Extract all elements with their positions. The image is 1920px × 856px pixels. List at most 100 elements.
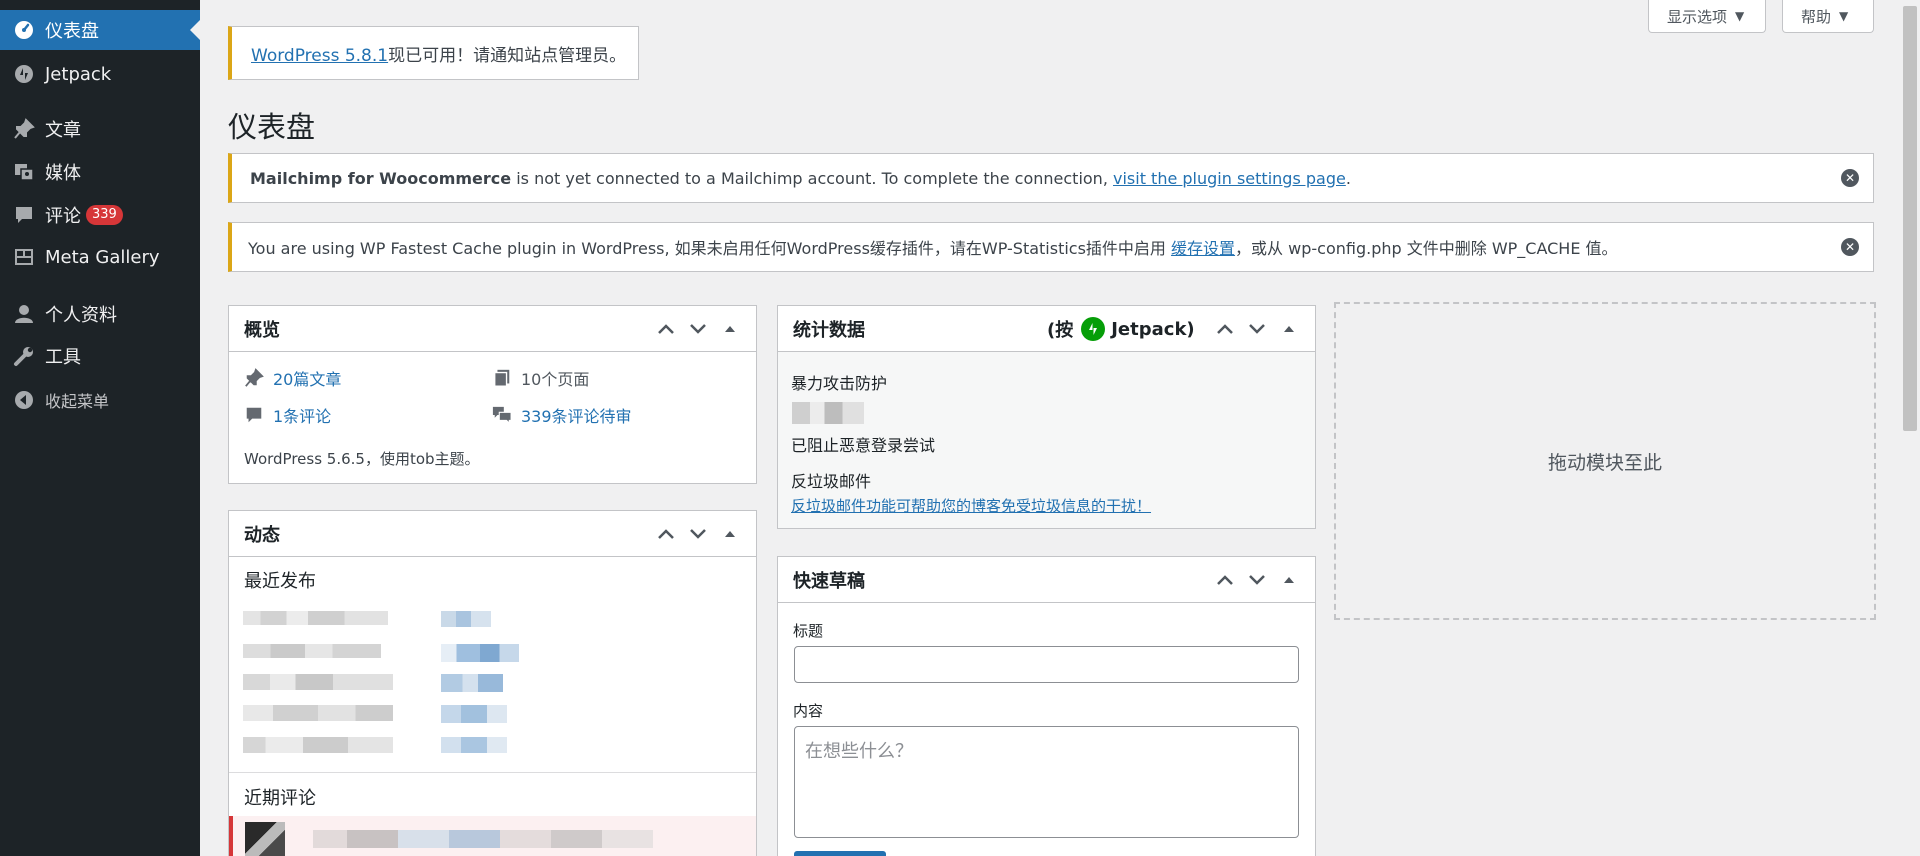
move-up-icon[interactable]: [1209, 313, 1241, 345]
recent-published-heading: 最近发布: [244, 571, 316, 592]
pin-icon: [12, 117, 36, 141]
mailchimp-notice-plugin-name: Mailchimp for Woocommerce: [250, 168, 512, 188]
anti-spam-heading: 反垃圾邮件: [791, 472, 872, 491]
comment-count-badge: 339: [86, 205, 123, 225]
update-notice: WordPress 5.8.1现已可用！请通知站点管理员。: [228, 26, 639, 80]
admin-sidebar: 仪表盘 Jetpack 文章 媒体 评论 339 Meta Gallery 个人…: [0, 0, 200, 856]
pages-count-label: 10个页面: [521, 370, 590, 389]
collapse-icon: [12, 388, 36, 412]
comment-icon: [12, 203, 36, 227]
sidebar-item-label: 评论: [45, 206, 81, 227]
move-up-icon[interactable]: [650, 518, 682, 550]
cache-notice-text: You are using WP Fastest Cache plugin in…: [248, 239, 1172, 258]
blurred-post-link[interactable]: [441, 674, 503, 692]
pending-comments-label: 339条评论待审: [521, 407, 632, 426]
screen-options-label: 显示选项: [1667, 7, 1728, 26]
mailchimp-notice-end: .: [1345, 168, 1351, 188]
page-scrollbar-track[interactable]: [1900, 0, 1920, 856]
draft-content-textarea[interactable]: [794, 726, 1299, 838]
save-draft-button[interactable]: [794, 851, 886, 856]
widget-title: 快速草稿: [793, 570, 865, 592]
pending-comments-link[interactable]: 339条评论待审: [491, 403, 632, 427]
sidebar-item-profile[interactable]: 个人资料: [0, 294, 200, 334]
blurred-post-link[interactable]: [441, 737, 507, 753]
blurred-comment-text: [313, 830, 653, 848]
widget-controls: [1209, 557, 1305, 603]
dismiss-icon[interactable]: ✕: [1841, 169, 1859, 187]
blurred-post-date: [243, 737, 393, 753]
sidebar-item-jetpack[interactable]: Jetpack: [0, 54, 200, 94]
quick-draft-widget: 快速草稿 标题 内容: [777, 556, 1316, 856]
pages-count[interactable]: 10个页面: [491, 366, 589, 390]
blurred-post-link[interactable]: [441, 611, 491, 627]
page-scrollbar-thumb[interactable]: [1903, 6, 1917, 431]
comment-icon: [243, 404, 265, 426]
dismiss-icon[interactable]: ✕: [1841, 238, 1859, 256]
page-title: 仪表盘: [228, 110, 316, 144]
sidebar-item-media[interactable]: 媒体: [0, 152, 200, 192]
gallery-icon: [12, 245, 36, 269]
draft-title-label: 标题: [793, 622, 824, 640]
sidebar-item-tools[interactable]: 工具: [0, 336, 200, 376]
brute-force-heading: 暴力攻击防护: [791, 374, 888, 393]
move-down-icon[interactable]: [1241, 564, 1273, 596]
draft-title-input[interactable]: [794, 646, 1299, 683]
dashboard-icon: [12, 18, 36, 42]
anti-spam-link[interactable]: 反垃圾邮件功能可帮助您的博客免受垃圾信息的干扰！: [791, 495, 1151, 516]
sidebar-item-label: 文章: [45, 120, 81, 141]
blurred-post-date: [243, 674, 393, 690]
blurred-post-link[interactable]: [441, 705, 507, 723]
widget-drop-zone: 拖动模块至此: [1334, 302, 1876, 620]
cache-notice-end: ，或从 wp-config.php 文件中删除 WP_CACHE 值。: [1235, 239, 1618, 258]
activity-widget: 动态 最近发布 近期评论: [228, 510, 757, 856]
user-icon: [12, 302, 36, 326]
triangle-down-icon: ▼: [1735, 9, 1745, 23]
comments-count-label: 1条评论: [273, 407, 332, 426]
toggle-panel-icon[interactable]: [714, 518, 746, 550]
divider: [229, 772, 756, 773]
move-down-icon[interactable]: [682, 518, 714, 550]
sidebar-item-label: 个人资料: [45, 305, 117, 326]
widget-controls: [650, 511, 746, 557]
wrench-icon: [12, 344, 36, 368]
wordpress-version-text: WordPress 5.6.5，使用tob主题。: [244, 450, 480, 468]
screen-options-button[interactable]: 显示选项 ▼: [1648, 0, 1766, 33]
update-notice-text: 现已可用！请通知站点管理员。: [388, 45, 627, 66]
comments-count-link[interactable]: 1条评论: [243, 403, 331, 427]
widget-header: 动态: [229, 511, 756, 557]
toggle-panel-icon[interactable]: [1273, 564, 1305, 596]
sidebar-item-meta-gallery[interactable]: Meta Gallery: [0, 237, 200, 277]
sidebar-item-posts[interactable]: 文章: [0, 109, 200, 149]
blocked-attempts-label: 已阻止恶意登录尝试: [791, 436, 936, 455]
draft-content-label: 内容: [793, 702, 824, 720]
posts-count-link[interactable]: 20篇文章: [243, 366, 341, 390]
toggle-panel-icon[interactable]: [1273, 313, 1305, 345]
widget-controls: [1209, 306, 1305, 352]
blurred-post-link[interactable]: [441, 644, 519, 662]
sidebar-item-label: Meta Gallery: [45, 246, 160, 268]
widget-title: 概览: [244, 319, 280, 341]
collapse-menu-button[interactable]: 收起菜单: [0, 380, 200, 420]
move-up-icon[interactable]: [650, 313, 682, 345]
stats-widget: 统计数据 (按 Jetpack ) 暴力攻击防护 已阻止恶意登录尝试 反垃圾邮件…: [777, 305, 1316, 529]
help-button[interactable]: 帮助 ▼: [1782, 0, 1874, 33]
sidebar-item-comments[interactable]: 评论 339: [0, 195, 200, 235]
move-up-icon[interactable]: [1209, 564, 1241, 596]
move-down-icon[interactable]: [682, 313, 714, 345]
sidebar-item-label: 收起菜单: [45, 392, 110, 411]
sidebar-item-dashboard[interactable]: 仪表盘: [0, 10, 200, 50]
wordpress-update-link[interactable]: WordPress 5.8.1: [251, 46, 388, 66]
attribution-prefix: (按: [1047, 320, 1074, 341]
at-a-glance-widget: 概览 20篇文章 10个页面 1条评论 339条评论待审 WordPress 5…: [228, 305, 757, 484]
cache-settings-link[interactable]: 缓存设置: [1171, 239, 1235, 258]
pending-comment-row[interactable]: [229, 816, 756, 856]
jetpack-attribution: (按 Jetpack ): [1047, 306, 1195, 352]
blurred-post-date: [243, 611, 388, 625]
plugin-settings-link[interactable]: visit the plugin settings page: [1113, 169, 1346, 188]
sidebar-item-label: Jetpack: [45, 63, 112, 85]
posts-count-label: 20篇文章: [273, 370, 342, 389]
jetpack-logo-icon: [1081, 317, 1106, 341]
triangle-down-icon: ▼: [1839, 9, 1849, 23]
toggle-panel-icon[interactable]: [714, 313, 746, 345]
move-down-icon[interactable]: [1241, 313, 1273, 345]
